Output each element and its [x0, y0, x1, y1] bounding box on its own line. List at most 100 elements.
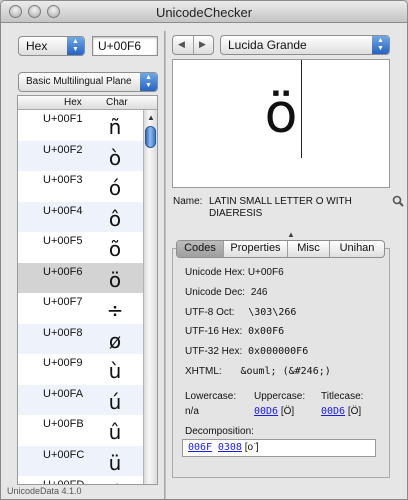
- list-item[interactable]: U+00F3 ó: [18, 171, 143, 202]
- decomp-code-link-1[interactable]: 006F: [188, 442, 212, 453]
- split-view-divider[interactable]: [164, 31, 166, 499]
- list-item-hex: U+00F9: [43, 357, 83, 369]
- titlecase-code-link[interactable]: 00D6: [321, 406, 345, 417]
- column-header-char[interactable]: Char: [106, 97, 128, 108]
- magnifier-icon[interactable]: [392, 195, 404, 207]
- tab-misc[interactable]: Misc: [288, 241, 330, 257]
- list-item[interactable]: U+00F7 ÷: [18, 293, 143, 324]
- list-item-hex: U+00F6: [43, 265, 83, 278]
- list-item[interactable]: U+00F8 ø: [18, 323, 143, 354]
- list-item-hex: U+00F4: [43, 204, 83, 217]
- block-select[interactable]: Basic Multilingual Plane ▲ ▼: [18, 72, 158, 92]
- glyph-preview: ö: [172, 59, 390, 188]
- list-item-char: ñ: [108, 115, 122, 139]
- info-tabs: Codes Properties Misc Unihan: [176, 240, 385, 258]
- list-item-char: õ: [108, 237, 122, 261]
- character-name: LATIN SMALL LETTER O WITH DIAERESIS: [209, 196, 352, 219]
- list-item[interactable]: U+00FB û: [18, 415, 143, 446]
- font-select[interactable]: Lucida Grande ▲ ▼: [220, 35, 390, 55]
- list-item[interactable]: U+00F5 õ: [18, 232, 143, 263]
- unicode-hex-row: Unicode Hex: U+00F6: [185, 267, 284, 278]
- title-bar: UnicodeChecker: [1, 1, 407, 23]
- list-item-hex: U+00FA: [43, 387, 84, 400]
- xhtml-label: XHTML:: [185, 366, 222, 377]
- list-item-hex: U+00F1: [43, 113, 83, 125]
- list-item-char: ú: [108, 389, 122, 414]
- unicode-dec-value: 246: [250, 287, 268, 298]
- list-item[interactable]: U+00F9 ù: [18, 354, 143, 385]
- forward-arrow-icon[interactable]: ▶: [199, 39, 206, 50]
- list-item-char: ý: [103, 481, 127, 484]
- lowercase-label: Lowercase:: [185, 391, 237, 402]
- list-item-char: ó: [108, 176, 122, 200]
- format-select-value: Hex: [26, 39, 48, 53]
- preview-glyph: ö: [264, 82, 298, 145]
- list-item-char: ö: [108, 267, 122, 292]
- back-arrow-icon[interactable]: ◀: [178, 39, 185, 50]
- list-scrollbar[interactable]: ▲: [143, 110, 157, 484]
- panel-grip-icon[interactable]: ▲: [287, 230, 295, 239]
- list-item[interactable]: U+00FD ý: [18, 476, 143, 485]
- utf16-hex-row: UTF-16 Hex: 0x00F6: [185, 326, 284, 337]
- titlecase-char: [Ö]: [347, 406, 362, 417]
- column-header-hex[interactable]: Hex: [64, 97, 82, 108]
- lowercase-value: n/a: [185, 406, 199, 417]
- list-item[interactable]: U+00F4 ô: [18, 201, 143, 232]
- unicode-hex-label: Unicode Hex:: [185, 267, 246, 278]
- select-arrows-icon: ▲ ▼: [67, 37, 84, 55]
- list-item[interactable]: U+00FA ú: [18, 384, 143, 415]
- scroll-up-icon[interactable]: ▲: [147, 113, 155, 122]
- uppercase-code-link[interactable]: 00D6: [254, 406, 278, 417]
- character-list[interactable]: Hex Char U+00F1 ñ U+00F2 ò U+00F3 ó U+00F4 ô U+0…: [17, 95, 158, 485]
- list-item[interactable]: U+00F2 ò: [18, 140, 143, 171]
- list-item[interactable]: U+00F1 ñ: [18, 110, 143, 141]
- utf32-hex-label: UTF-32 Hex:: [185, 346, 243, 357]
- utf16-hex-value: 0x00F6: [248, 326, 285, 337]
- list-item-hex: U+00F7: [43, 296, 83, 308]
- list-item-char: ÷: [106, 298, 124, 322]
- titlecase-label: Titlecase:: [321, 391, 364, 402]
- uppercase-label: Uppercase:: [254, 391, 306, 402]
- list-item-char: ô: [108, 206, 122, 231]
- list-item-hex: U+00F3: [43, 174, 83, 186]
- nav-divider: [193, 36, 194, 54]
- code-input[interactable]: U+00F6: [92, 36, 158, 56]
- decomp-code-link-2[interactable]: 0308: [218, 442, 242, 453]
- utf16-hex-label: UTF-16 Hex:: [185, 326, 243, 337]
- list-item-hex: U+00F2: [43, 143, 83, 156]
- titlecase-row: 00D6 [Ö]: [321, 406, 361, 417]
- list-item[interactable]: U+00F6 ö: [18, 262, 143, 293]
- utf32-hex-row: UTF-32 Hex: 0x000000F6: [185, 346, 308, 357]
- tab-codes[interactable]: Codes: [177, 241, 224, 257]
- tab-unihan[interactable]: Unihan: [330, 241, 384, 257]
- font-select-value: Lucida Grande: [228, 38, 307, 52]
- select-arrows-icon: ▲ ▼: [140, 73, 157, 91]
- list-item-hex: U+00FC: [43, 448, 85, 461]
- uppercase-char: [Ö]: [280, 406, 295, 417]
- list-item[interactable]: U+00FC ü: [18, 445, 143, 476]
- list-item-char: ø: [108, 328, 122, 353]
- baseline-cursor: [301, 60, 302, 158]
- decomposition-field: 006F 0308 [o ̈]: [182, 439, 376, 457]
- list-item-hex: U+00FB: [43, 418, 84, 430]
- list-item-hex: U+00F5: [43, 235, 83, 247]
- unicode-hex-value: U+00F6: [247, 267, 284, 278]
- utf8-oct-row: UTF-8 Oct: \303\266: [185, 307, 296, 318]
- list-item-hex: U+00FD: [43, 479, 85, 485]
- decomposition-label: Decomposition:: [185, 426, 254, 437]
- utf8-oct-value: \303\266: [248, 307, 297, 318]
- list-item-char: ù: [108, 359, 122, 383]
- scroll-thumb[interactable]: [145, 126, 156, 148]
- format-select[interactable]: Hex ▲ ▼: [18, 36, 85, 56]
- decomp-chars: [o ̈]: [244, 442, 259, 453]
- unicode-dec-row: Unicode Dec: 246: [185, 287, 268, 298]
- xhtml-value: &ouml; (&#246;): [240, 366, 331, 377]
- list-rows: U+00F1 ñ U+00F2 ò U+00F3 ó U+00F4 ô U+00F5 õ U+00F…: [18, 110, 143, 485]
- list-item-hex: U+00F8: [43, 326, 83, 339]
- unicode-data-version: UnicodeData 4.1.0: [7, 486, 82, 496]
- history-nav: ◀ ▶: [172, 35, 214, 55]
- select-arrows-icon: ▲ ▼: [372, 36, 389, 54]
- unicode-dec-label: Unicode Dec:: [185, 287, 246, 298]
- tab-properties[interactable]: Properties: [224, 241, 288, 257]
- code-input-value: U+00F6: [98, 39, 142, 53]
